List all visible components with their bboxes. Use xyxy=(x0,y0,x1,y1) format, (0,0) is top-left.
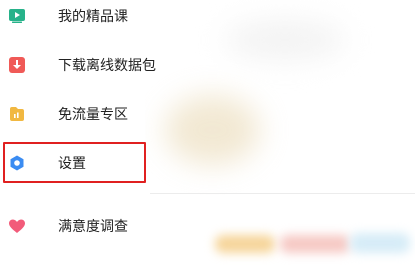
blurred-shape xyxy=(350,233,410,253)
menu-item-download-offline-data[interactable]: 下载离线数据包 xyxy=(0,45,156,85)
side-menu: 我的精品课 下载离线数据包 免流量专区 设置 满意度调查 xyxy=(0,0,156,265)
blurred-shape xyxy=(165,95,260,165)
menu-item-label: 免流量专区 xyxy=(58,107,128,123)
blurred-shape xyxy=(225,20,345,60)
menu-item-label: 我的精品课 xyxy=(58,9,128,25)
heart-icon xyxy=(8,217,26,235)
menu-item-label: 满意度调查 xyxy=(58,219,128,235)
menu-item-label: 设置 xyxy=(58,155,86,172)
settings-gear-icon xyxy=(8,154,26,172)
menu-item-premium-courses[interactable]: 我的精品课 xyxy=(0,0,150,36)
menu-item-label: 下载离线数据包 xyxy=(58,58,156,74)
folder-chart-icon xyxy=(8,105,26,123)
blurred-shape xyxy=(280,235,350,253)
blurred-shape xyxy=(215,235,275,253)
blurred-background xyxy=(145,0,415,265)
menu-item-data-free-zone[interactable]: 免流量专区 xyxy=(0,94,150,134)
play-video-icon xyxy=(8,7,26,25)
menu-item-settings[interactable]: 设置 xyxy=(3,142,146,183)
divider xyxy=(150,193,415,194)
menu-item-satisfaction-survey[interactable]: 满意度调查 xyxy=(0,206,150,246)
download-icon xyxy=(8,56,26,74)
